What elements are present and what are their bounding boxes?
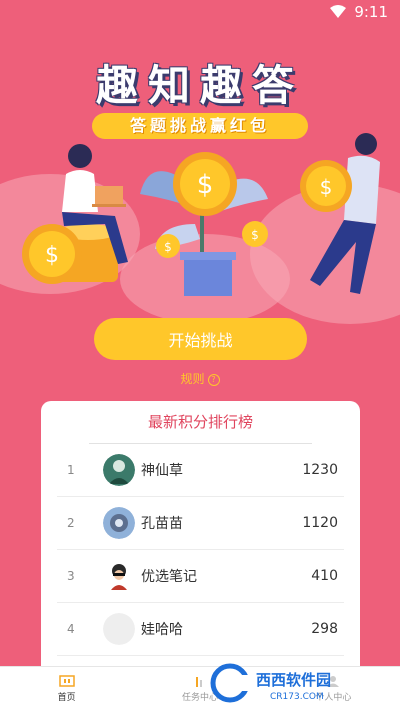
row-score: 1230 — [302, 462, 338, 478]
rules-label: 规则 — [180, 372, 205, 386]
avatar — [103, 454, 135, 486]
question-circle-icon: ? — [207, 373, 220, 386]
row-score: 298 — [311, 621, 338, 637]
coin-icon: $ — [22, 224, 82, 284]
svg-text:$: $ — [45, 243, 59, 268]
row-score: 410 — [311, 568, 338, 584]
leaderboard-title: 最新积分排行榜 — [147, 413, 253, 431]
watermark-url: CR173.COM — [270, 692, 324, 702]
status-bar: 9:11 — [0, 0, 400, 24]
row-rank: 3 — [67, 569, 75, 583]
row-rank: 2 — [67, 516, 75, 530]
watermark-logo: 西西软件园 CR173.COM — [210, 661, 380, 705]
tab-label: 首页 — [57, 693, 76, 703]
row-name: 神仙草 — [141, 463, 183, 479]
start-challenge-button[interactable]: 开始挑战 — [94, 318, 307, 360]
wifi-icon — [330, 5, 347, 18]
home-tab-icon — [58, 675, 75, 687]
rules-link[interactable]: 规则? — [0, 370, 400, 387]
leaderboard-row[interactable]: 3 优选笔记 410 — [57, 550, 344, 603]
leaderboard-row[interactable]: 1 神仙草 1230 — [57, 444, 344, 497]
row-score: 1120 — [302, 515, 338, 531]
svg-text:$: $ — [251, 228, 259, 242]
watermark-brand: 西西软件园 — [256, 671, 331, 689]
avatar — [103, 613, 135, 645]
status-time: 9:11 — [354, 3, 388, 21]
row-name: 孔苗苗 — [141, 516, 183, 532]
coin-icon: $ — [242, 221, 268, 247]
man-with-coin-icon: $ — [300, 133, 380, 294]
tab-home[interactable]: 首页 — [0, 667, 133, 711]
row-name: 优选笔记 — [141, 569, 197, 585]
leaderboard-card: 最新积分排行榜 1 神仙草 1230 2 孔苗苗 1120 3 优选笔记 410… — [41, 401, 360, 691]
svg-text:$: $ — [320, 175, 333, 199]
avatar — [103, 560, 135, 592]
leaderboard-row[interactable]: 4 娃哈哈 298 — [57, 603, 344, 656]
row-name: 娃哈哈 — [141, 622, 183, 638]
row-rank: 4 — [67, 622, 75, 636]
coin-icon: $ — [173, 152, 237, 216]
coin-icon: $ — [156, 234, 180, 258]
task-tab-icon — [195, 677, 202, 687]
leaderboard-row[interactable]: 2 孔苗苗 1120 — [57, 497, 344, 550]
avatar — [103, 507, 135, 539]
svg-text:$: $ — [197, 170, 214, 200]
row-rank: 1 — [67, 463, 75, 477]
svg-text:$: $ — [164, 240, 172, 254]
